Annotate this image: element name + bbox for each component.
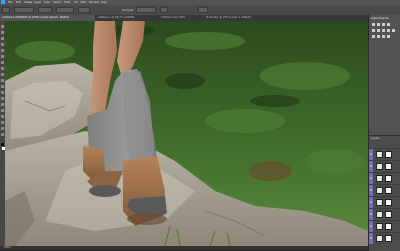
healing-tool-icon[interactable] [1, 61, 4, 64]
brush-preset-dropdown[interactable] [14, 7, 34, 13]
eyedropper-tool-icon[interactable] [1, 55, 4, 58]
eye-icon[interactable] [370, 165, 372, 167]
brush-tool-icon[interactable] [1, 67, 4, 70]
eye-icon[interactable] [370, 153, 372, 155]
quick-select-tool-icon[interactable] [1, 43, 4, 46]
gradient-map-icon[interactable] [387, 35, 390, 38]
black-white-icon[interactable] [387, 29, 390, 32]
layer-thumbnail [376, 175, 383, 182]
hue-saturation-icon[interactable] [377, 29, 380, 32]
eye-icon[interactable] [370, 225, 372, 227]
crop-tool-icon[interactable] [1, 49, 4, 52]
status-bar: 100% [0, 246, 368, 250]
layer-thumbnail [376, 199, 383, 206]
layer-row[interactable] [369, 196, 400, 208]
pen-tool-icon[interactable] [1, 103, 4, 106]
canvas-image [5, 21, 368, 246]
layer-thumbnail [376, 151, 383, 158]
adjustments-panel-title[interactable]: Adjustments [371, 16, 389, 20]
layer-mask-thumbnail [385, 151, 392, 158]
layer-mask-thumbnail [385, 235, 392, 242]
curves-icon[interactable] [382, 23, 385, 26]
layer-mask-thumbnail [385, 211, 392, 218]
marquee-tool-icon[interactable] [1, 31, 4, 34]
layer-mask-thumbnail [385, 199, 392, 206]
dodge-tool-icon[interactable] [1, 97, 4, 100]
option-toggle-button[interactable] [160, 7, 168, 13]
mode-dropdown[interactable] [38, 7, 52, 13]
workspace-button[interactable] [198, 7, 208, 13]
right-panel-dock: Adjustments Layers [368, 15, 400, 251]
vibrance-icon[interactable] [372, 29, 375, 32]
layer-row[interactable] [369, 208, 400, 220]
eye-icon[interactable] [370, 201, 372, 203]
zoom-tool-icon[interactable] [1, 133, 4, 136]
layers-panel: Layers [369, 135, 400, 251]
shape-tool-icon[interactable] [1, 121, 4, 124]
layer-thumbnail [376, 235, 383, 242]
clone-stamp-tool-icon[interactable] [1, 73, 4, 76]
lasso-tool-icon[interactable] [1, 37, 4, 40]
layer-thumbnail [376, 211, 383, 218]
path-select-tool-icon[interactable] [1, 115, 4, 118]
levels-icon[interactable] [377, 23, 380, 26]
layer-mask-thumbnail [385, 223, 392, 230]
zoom-level[interactable]: 100% [4, 246, 11, 250]
layer-thumbnail [376, 223, 383, 230]
layer-mask-thumbnail [385, 163, 392, 170]
tool-preset-button[interactable] [2, 7, 10, 13]
eraser-tool-icon[interactable] [1, 85, 4, 88]
gradient-tool-icon[interactable] [1, 91, 4, 94]
threshold-icon[interactable] [382, 35, 385, 38]
layer-mask-thumbnail [385, 187, 392, 194]
type-tool-icon[interactable] [1, 109, 4, 112]
layer-row[interactable] [369, 160, 400, 172]
opacity-field[interactable] [56, 7, 74, 13]
app-logo-icon[interactable] [1, 0, 5, 4]
exposure-icon[interactable] [387, 23, 390, 26]
eye-icon[interactable] [370, 177, 372, 179]
layer-row[interactable] [369, 220, 400, 232]
posterize-icon[interactable] [377, 35, 380, 38]
move-tool-icon[interactable] [1, 25, 4, 28]
hand-tool-icon[interactable] [1, 127, 4, 130]
sample-dropdown[interactable] [136, 7, 156, 13]
flow-field[interactable] [78, 7, 90, 13]
eye-icon[interactable] [370, 213, 372, 215]
document-canvas[interactable] [5, 21, 368, 246]
layer-row[interactable] [369, 184, 400, 196]
layer-row[interactable] [369, 148, 400, 160]
layer-row[interactable] [369, 232, 400, 244]
layer-thumbnail [376, 163, 383, 170]
color-balance-icon[interactable] [382, 29, 385, 32]
foreground-color-swatch[interactable] [1, 143, 4, 146]
history-brush-tool-icon[interactable] [1, 79, 4, 82]
sample-label: Sample [122, 8, 134, 12]
eye-icon[interactable] [370, 189, 372, 191]
eye-icon[interactable] [370, 237, 372, 239]
invert-icon[interactable] [372, 35, 375, 38]
brightness-icon[interactable] [372, 23, 375, 26]
layer-thumbnail [376, 187, 383, 194]
photo-filter-icon[interactable] [392, 29, 395, 32]
layer-mask-thumbnail [385, 175, 392, 182]
layer-row[interactable] [369, 172, 400, 184]
layers-panel-title[interactable]: Layers [371, 137, 380, 141]
